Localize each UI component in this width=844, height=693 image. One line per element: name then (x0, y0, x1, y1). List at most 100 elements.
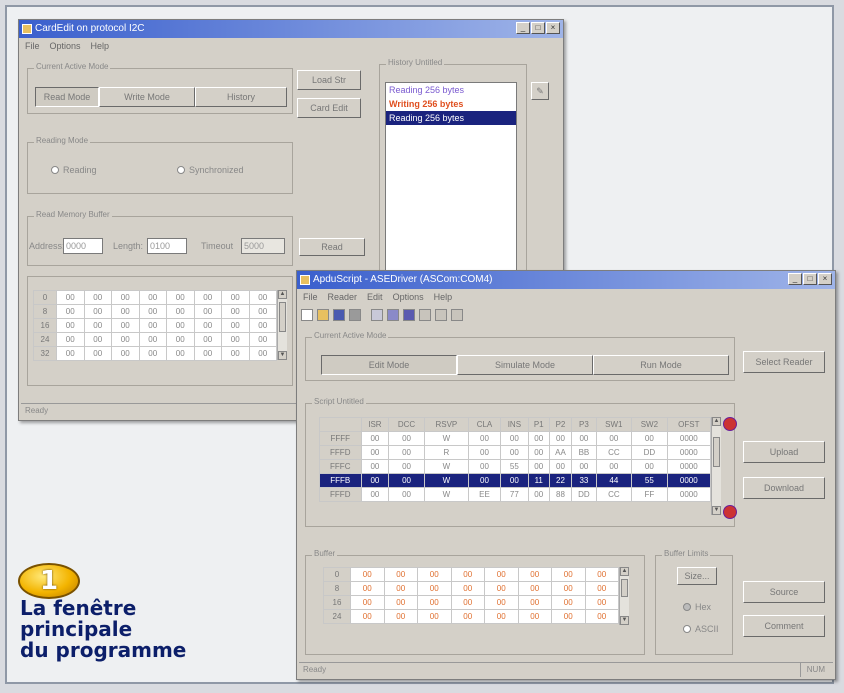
script-cell[interactable]: 00 (631, 459, 668, 474)
scroll-up-icon[interactable]: ▲ (620, 567, 629, 576)
history-edit-icon[interactable]: ✎ (531, 82, 549, 100)
hex-cell[interactable]: 00 (56, 346, 85, 361)
script-cell[interactable]: 77 (500, 487, 529, 502)
script-cell[interactable]: 0000 (666, 487, 712, 502)
script-cell[interactable]: 00 (467, 473, 502, 488)
column-header[interactable]: CLA (467, 417, 502, 432)
script-cell[interactable]: 00 (388, 487, 425, 502)
menu-options[interactable]: Options (393, 290, 424, 304)
redo-icon[interactable] (435, 309, 447, 321)
hex-cell[interactable]: 00 (248, 346, 277, 361)
radio-reading[interactable] (51, 166, 59, 174)
help-icon[interactable] (451, 309, 463, 321)
hex-cell[interactable]: 00 (56, 304, 85, 319)
hex-cell[interactable]: 00 (193, 318, 222, 333)
script-row[interactable]: FFFF 00 00 W 00 00 00 00 00 00 00 0000 (319, 431, 712, 446)
hex-cell[interactable]: 00 (450, 595, 485, 610)
script-cell[interactable]: 00 (388, 473, 425, 488)
hex-cell[interactable]: 00 (83, 290, 112, 305)
history-item[interactable]: Reading 256 bytes (386, 83, 516, 97)
menu-options[interactable]: Options (50, 39, 81, 53)
column-header[interactable]: DCC (388, 417, 425, 432)
script-cell[interactable]: 11 (527, 473, 550, 488)
script-cell[interactable]: R (423, 445, 469, 460)
hex-cell[interactable]: 00 (111, 290, 140, 305)
radio-synchronized[interactable] (177, 166, 185, 174)
hex-cell[interactable]: 00 (551, 609, 586, 624)
script-cell[interactable]: 00 (360, 431, 390, 446)
hex-cell[interactable]: 00 (111, 346, 140, 361)
scroll-up-icon[interactable]: ▲ (712, 417, 721, 426)
column-header[interactable]: INS (500, 417, 529, 432)
length-field[interactable]: 0100 (147, 238, 187, 254)
size-button[interactable]: Size... (677, 567, 717, 585)
card-edit-button[interactable]: Card Edit (297, 98, 361, 118)
hex-cell[interactable]: 00 (517, 567, 552, 582)
script-cell[interactable]: CC (595, 487, 633, 502)
hex-cell[interactable]: 00 (221, 318, 250, 333)
script-row[interactable]: FFFB 00 00 W 00 00 11 22 33 44 55 0000 (319, 473, 712, 488)
hex-cell[interactable]: 00 (584, 595, 619, 610)
record-top-icon[interactable] (723, 417, 737, 431)
hex-cell[interactable]: 00 (221, 346, 250, 361)
script-cell[interactable]: 00 (548, 431, 573, 446)
tab-simulate-mode[interactable]: Simulate Mode (457, 355, 593, 375)
hex-cell[interactable]: 00 (551, 595, 586, 610)
menu-file[interactable]: File (25, 39, 40, 53)
script-cell[interactable]: 00 (527, 487, 550, 502)
cardedit-titlebar[interactable]: CardEdit on protocol I2C _ □ × (19, 20, 563, 38)
hex-cell[interactable]: 00 (417, 595, 452, 610)
hex-cell[interactable]: 00 (417, 581, 452, 596)
hex-cell[interactable]: 00 (193, 332, 222, 347)
tab-history[interactable]: History (195, 87, 287, 107)
save-icon[interactable] (333, 309, 345, 321)
column-header[interactable]: RSVP (423, 417, 469, 432)
column-header[interactable]: SW1 (595, 417, 633, 432)
select-reader-button[interactable]: Select Reader (743, 351, 825, 373)
copy-icon[interactable] (387, 309, 399, 321)
hex-cell[interactable]: 00 (111, 304, 140, 319)
hex-cell[interactable]: 00 (383, 609, 418, 624)
hex-cell[interactable]: 00 (584, 609, 619, 624)
cut-icon[interactable] (371, 309, 383, 321)
hex-cell[interactable]: 00 (248, 304, 277, 319)
radio-hex[interactable] (683, 603, 691, 611)
source-button[interactable]: Source (743, 581, 825, 603)
script-cell[interactable]: 00 (631, 431, 668, 446)
script-cell[interactable]: 00 (360, 473, 390, 488)
script-cell[interactable]: 00 (360, 487, 390, 502)
script-cell[interactable]: 00 (467, 445, 502, 460)
hex-cell[interactable]: 00 (138, 304, 167, 319)
script-row-id[interactable]: FFFF (319, 431, 362, 446)
script-cell[interactable]: 0000 (666, 431, 712, 446)
script-cell[interactable]: 00 (360, 445, 390, 460)
hex-cell[interactable]: 00 (166, 346, 195, 361)
script-cell[interactable]: W (423, 487, 469, 502)
script-cell[interactable]: 00 (595, 459, 633, 474)
hex-cell[interactable]: 00 (138, 332, 167, 347)
scroll-up-icon[interactable]: ▲ (278, 290, 287, 299)
script-cell[interactable]: 00 (388, 431, 425, 446)
script-scrollbar[interactable]: ▲ ▼ (711, 417, 721, 515)
open-folder-icon[interactable] (317, 309, 329, 321)
apduscript-titlebar[interactable]: ApduScript - ASEDriver (ASCom:COM4) _ □ … (297, 271, 835, 289)
hex-cell[interactable]: 00 (383, 581, 418, 596)
script-cell[interactable]: 00 (500, 431, 529, 446)
script-cell[interactable]: 00 (527, 459, 550, 474)
script-row-id[interactable]: FFFB (319, 473, 362, 488)
scroll-thumb[interactable] (713, 437, 720, 467)
hex-cell[interactable]: 00 (83, 332, 112, 347)
hex-cell[interactable]: 00 (450, 581, 485, 596)
hex-cell[interactable]: 00 (138, 318, 167, 333)
hex-cell[interactable]: 00 (83, 304, 112, 319)
script-cell[interactable]: W (423, 459, 469, 474)
hex-cell[interactable]: 00 (383, 595, 418, 610)
read-button[interactable]: Read (299, 238, 365, 256)
script-cell[interactable]: 0000 (666, 473, 712, 488)
column-header[interactable] (319, 417, 362, 432)
load-str-button[interactable]: Load Str (297, 70, 361, 90)
hex-cell[interactable]: 00 (450, 567, 485, 582)
print-icon[interactable] (349, 309, 361, 321)
comment-button[interactable]: Comment (743, 615, 825, 637)
hex-cell[interactable]: 00 (584, 567, 619, 582)
